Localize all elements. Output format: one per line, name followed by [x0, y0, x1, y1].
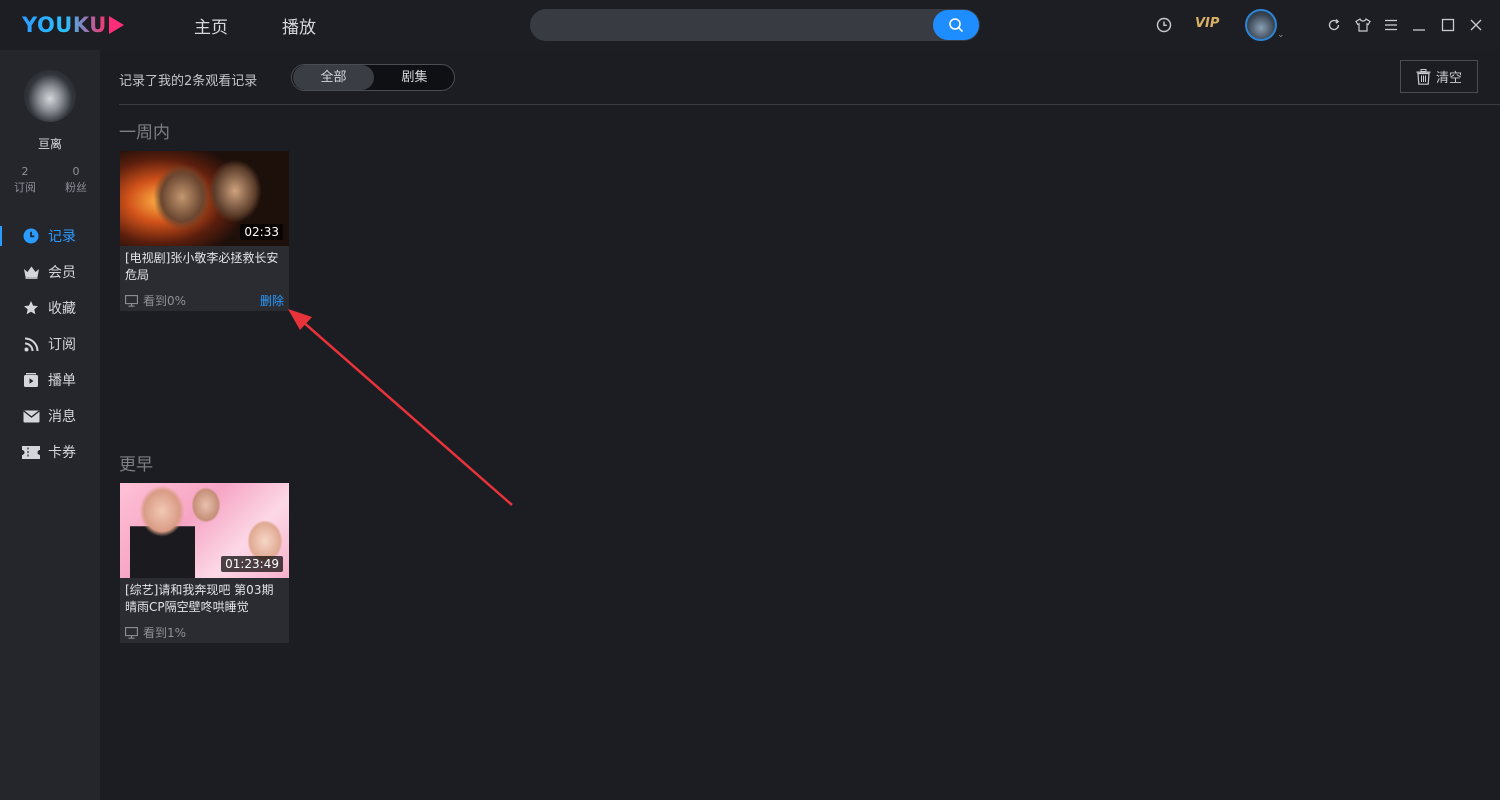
profile-avatar[interactable]: [24, 70, 76, 122]
shirt-icon: [1355, 18, 1371, 32]
monitor-icon: [125, 294, 138, 307]
filter-series[interactable]: 剧集: [374, 65, 454, 90]
clear-label: 清空: [1435, 71, 1462, 86]
watch-progress: 看到1%: [125, 624, 186, 641]
fans-count: 0: [72, 165, 80, 178]
history-card[interactable]: 02:33 [电视剧]张小敬李必拯救长安危局 看到0% 删除: [120, 151, 289, 311]
annotation-arrow: [288, 309, 513, 506]
fans-label: 粉丝: [65, 181, 87, 194]
filter-all[interactable]: 全部: [293, 65, 374, 90]
divider: [119, 104, 1500, 105]
search-icon: [949, 18, 963, 32]
clock-icon: [1156, 17, 1172, 33]
trash-icon: [1416, 68, 1431, 85]
clock-icon: [22, 227, 40, 245]
subscriptions-count: 2: [21, 165, 29, 178]
sidebar-item-coupons[interactable]: 卡券: [0, 437, 100, 467]
menu-button[interactable]: [1380, 14, 1402, 36]
sidebar-item-messages[interactable]: 消息: [0, 401, 100, 431]
title-bar: YOUKU 主页 播放 VIP ⌄: [0, 0, 1500, 50]
section-title-week: 一周内: [119, 123, 170, 143]
video-thumbnail[interactable]: 01:23:49: [120, 483, 289, 578]
close-icon: [1470, 19, 1482, 31]
tab-home[interactable]: 主页: [194, 13, 228, 38]
sidebar-item-label: 订阅: [48, 337, 76, 353]
star-icon: [22, 299, 40, 317]
playlist-icon: [22, 371, 40, 389]
logo-text: YOUKU: [22, 13, 107, 37]
sidebar-item-favorites[interactable]: 收藏: [0, 293, 100, 323]
user-avatar[interactable]: [1245, 9, 1277, 41]
sidebar-item-label: 收藏: [48, 301, 76, 317]
sidebar-item-label: 播单: [48, 373, 76, 389]
crown-icon: [22, 263, 40, 281]
history-card[interactable]: 01:23:49 [综艺]请和我奔现吧 第03期 晴雨CP隔空壁咚哄睡觉 看到1…: [120, 483, 289, 643]
monitor-icon: [125, 626, 138, 639]
minimize-button[interactable]: [1408, 14, 1430, 36]
chevron-down-icon[interactable]: ⌄: [1277, 30, 1285, 40]
minimize-icon: [1413, 29, 1425, 31]
history-summary: 记录了我的2条观看记录: [119, 74, 258, 89]
menu-icon: [1385, 19, 1397, 31]
video-title[interactable]: [电视剧]张小敬李必拯救长安危局: [125, 250, 285, 284]
search-bar: [530, 9, 980, 41]
profile-name[interactable]: 亘离: [0, 135, 100, 152]
vip-link[interactable]: VIP: [1195, 16, 1219, 31]
search-button[interactable]: [933, 10, 979, 40]
close-button[interactable]: [1465, 14, 1487, 36]
maximize-button[interactable]: [1437, 14, 1459, 36]
sidebar: 亘离 2 订阅 0 粉丝 记录 会员 收藏 订阅 播单 消息 卡券: [0, 50, 100, 800]
subscriptions-stat[interactable]: 2 订阅: [5, 164, 45, 196]
watch-progress: 看到0%: [125, 292, 186, 309]
logo-play-icon: [108, 16, 124, 34]
refresh-icon: [1328, 19, 1340, 31]
history-clock-button[interactable]: [1153, 14, 1175, 36]
search-input[interactable]: [544, 9, 924, 41]
sidebar-item-history[interactable]: 记录: [0, 221, 100, 251]
subscriptions-label: 订阅: [14, 181, 36, 194]
youku-logo[interactable]: YOUKU: [22, 12, 124, 38]
video-duration: 01:23:49: [221, 556, 283, 572]
history-filter: 全部 剧集: [291, 64, 455, 91]
video-thumbnail[interactable]: 02:33: [120, 151, 289, 246]
clear-history-button[interactable]: 清空: [1400, 60, 1478, 93]
section-title-earlier: 更早: [119, 455, 153, 475]
fans-stat[interactable]: 0 粉丝: [56, 164, 96, 196]
sidebar-item-label: 卡券: [48, 445, 76, 461]
sidebar-item-label: 记录: [48, 229, 76, 245]
sidebar-item-playlists[interactable]: 播单: [0, 365, 100, 395]
tab-play[interactable]: 播放: [282, 13, 316, 38]
mail-icon: [22, 407, 40, 425]
video-title[interactable]: [综艺]请和我奔现吧 第03期 晴雨CP隔空壁咚哄睡觉: [125, 582, 285, 616]
ticket-icon: [22, 443, 40, 461]
delete-link[interactable]: 删除: [260, 292, 284, 309]
sidebar-item-subscriptions[interactable]: 订阅: [0, 329, 100, 359]
sidebar-item-label: 会员: [48, 265, 76, 281]
maximize-icon: [1441, 18, 1455, 32]
refresh-button[interactable]: [1323, 14, 1345, 36]
skin-button[interactable]: [1352, 14, 1374, 36]
watch-progress-text: 看到0%: [143, 294, 187, 308]
sidebar-item-membership[interactable]: 会员: [0, 257, 100, 287]
video-duration: 02:33: [240, 224, 283, 240]
rss-icon: [22, 335, 40, 353]
watch-progress-text: 看到1%: [143, 626, 187, 640]
sidebar-item-label: 消息: [48, 409, 76, 425]
